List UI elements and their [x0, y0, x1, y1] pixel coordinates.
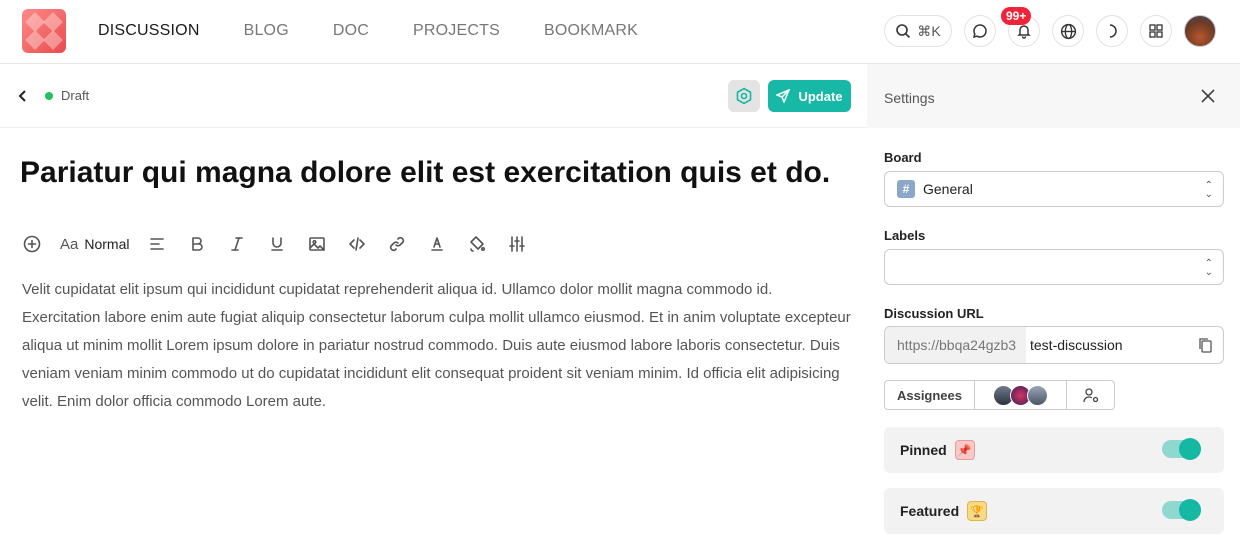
topbar-actions: ⌘K 99+ — [884, 7, 1216, 48]
discussion-url-field[interactable]: https://bbqa24gzb3 test-discussion — [884, 326, 1224, 364]
assignee-avatars[interactable] — [975, 380, 1067, 410]
url-slug[interactable]: test-discussion — [1026, 337, 1123, 353]
draft-status: Draft — [61, 88, 90, 103]
trophy-icon: 🏆 — [967, 501, 988, 521]
code-button[interactable] — [345, 232, 369, 256]
image-icon — [309, 237, 326, 251]
text-color-button[interactable] — [425, 232, 449, 256]
featured-row: Featured 🏆 — [884, 488, 1224, 534]
formatting-toolbar: Aa Normal — [20, 232, 545, 256]
font-size-icon: Aa — [60, 235, 79, 253]
link-button[interactable] — [385, 232, 409, 256]
image-button[interactable] — [305, 232, 329, 256]
labels-label: Labels — [884, 228, 926, 243]
assignees-group: Assignees — [884, 380, 1115, 410]
more-options-button[interactable] — [505, 232, 529, 256]
align-left-icon — [150, 238, 165, 250]
labels-select[interactable]: ⌃ ⌄ — [884, 249, 1224, 285]
discussion-url-label: Discussion URL — [884, 306, 984, 321]
send-icon — [776, 89, 791, 103]
user-avatar[interactable] — [1184, 15, 1216, 47]
chat-icon — [972, 24, 987, 39]
nav-item-blog[interactable]: BLOG — [244, 22, 289, 40]
post-body[interactable]: Velit cupidatat elit ipsum qui incididun… — [22, 276, 852, 416]
chat-button[interactable] — [964, 15, 996, 47]
globe-icon — [1060, 23, 1076, 39]
insert-block-button[interactable] — [20, 232, 44, 256]
user-settings-icon — [1082, 388, 1098, 403]
theme-toggle-button[interactable] — [1096, 15, 1128, 47]
update-label: Update — [798, 88, 843, 104]
pinned-toggle[interactable] — [1162, 438, 1201, 460]
editor-pane: Draft Update Pariatur qui magna dolore e… — [0, 64, 867, 544]
paint-bucket-icon — [470, 236, 486, 252]
settings-toggle-button[interactable] — [728, 80, 760, 112]
close-icon[interactable] — [1200, 88, 1216, 104]
top-navigation-bar: DISCUSSION BLOG DOC PROJECTS BOOKMARK ⌘K… — [0, 0, 1240, 64]
notification-badge: 99+ — [1001, 7, 1032, 25]
text-style-dropdown[interactable]: Aa Normal — [60, 236, 129, 253]
nav-item-bookmark[interactable]: BOOKMARK — [544, 22, 638, 40]
select-chevron-icon: ⌃ ⌄ — [1204, 180, 1213, 200]
pinned-label: Pinned — [900, 442, 947, 458]
board-value: General — [923, 181, 973, 197]
language-button[interactable] — [1052, 15, 1084, 47]
pin-icon: 📌 — [954, 440, 975, 460]
italic-button[interactable] — [225, 232, 249, 256]
moon-icon — [1109, 24, 1117, 38]
underline-button[interactable] — [265, 232, 289, 256]
featured-label: Featured — [900, 503, 960, 519]
settings-title: Settings — [884, 90, 935, 106]
nav-item-discussion[interactable]: DISCUSSION — [98, 22, 200, 40]
align-button[interactable] — [145, 232, 169, 256]
editor-header: Draft Update — [0, 64, 867, 128]
italic-icon — [231, 237, 244, 251]
settings-panel: Settings Board # General ⌃ ⌄ Labels ⌃ ⌄ Di… — [867, 64, 1240, 544]
search-shortcut: ⌘K — [917, 22, 941, 39]
featured-toggle[interactable] — [1162, 499, 1201, 521]
board-label: Board — [884, 150, 922, 165]
manage-assignees-button[interactable] — [1067, 380, 1115, 410]
highlight-button[interactable] — [465, 232, 489, 256]
apps-icon — [1149, 24, 1163, 38]
notifications-button[interactable]: 99+ — [1001, 7, 1040, 47]
nav-item-doc[interactable]: DOC — [333, 22, 369, 40]
code-icon — [349, 237, 366, 251]
app-logo[interactable] — [22, 9, 66, 53]
board-select[interactable]: # General ⌃ ⌄ — [884, 171, 1224, 207]
select-chevron-icon: ⌃ ⌄ — [1204, 258, 1213, 278]
assignee-avatar — [1027, 384, 1048, 406]
assignees-button[interactable]: Assignees — [884, 380, 975, 410]
url-prefix: https://bbqa24gzb3 — [885, 327, 1026, 363]
text-style-value: Normal — [84, 236, 130, 252]
bold-button[interactable] — [185, 232, 209, 256]
link-icon — [390, 236, 405, 252]
hash-icon: # — [897, 180, 915, 198]
apps-button[interactable] — [1140, 15, 1172, 47]
copy-icon[interactable] — [1197, 337, 1213, 353]
search-icon — [896, 24, 911, 39]
search-button[interactable]: ⌘K — [884, 15, 952, 47]
back-arrow-icon[interactable] — [18, 89, 28, 103]
nav-item-projects[interactable]: PROJECTS — [413, 22, 500, 40]
main-nav: DISCUSSION BLOG DOC PROJECTS BOOKMARK — [98, 0, 682, 62]
status-dot — [45, 92, 53, 100]
post-title[interactable]: Pariatur qui magna dolore elit est exerc… — [20, 156, 830, 190]
update-button[interactable]: Update — [768, 80, 851, 112]
plus-circle-icon — [23, 235, 41, 253]
underline-icon — [271, 237, 284, 251]
sliders-icon — [509, 236, 526, 252]
settings-header: Settings — [867, 64, 1240, 128]
gear-icon — [736, 87, 752, 105]
pinned-row: Pinned 📌 — [884, 427, 1224, 473]
text-color-icon — [431, 237, 444, 251]
bell-icon — [1017, 25, 1031, 39]
bold-icon — [192, 237, 204, 251]
